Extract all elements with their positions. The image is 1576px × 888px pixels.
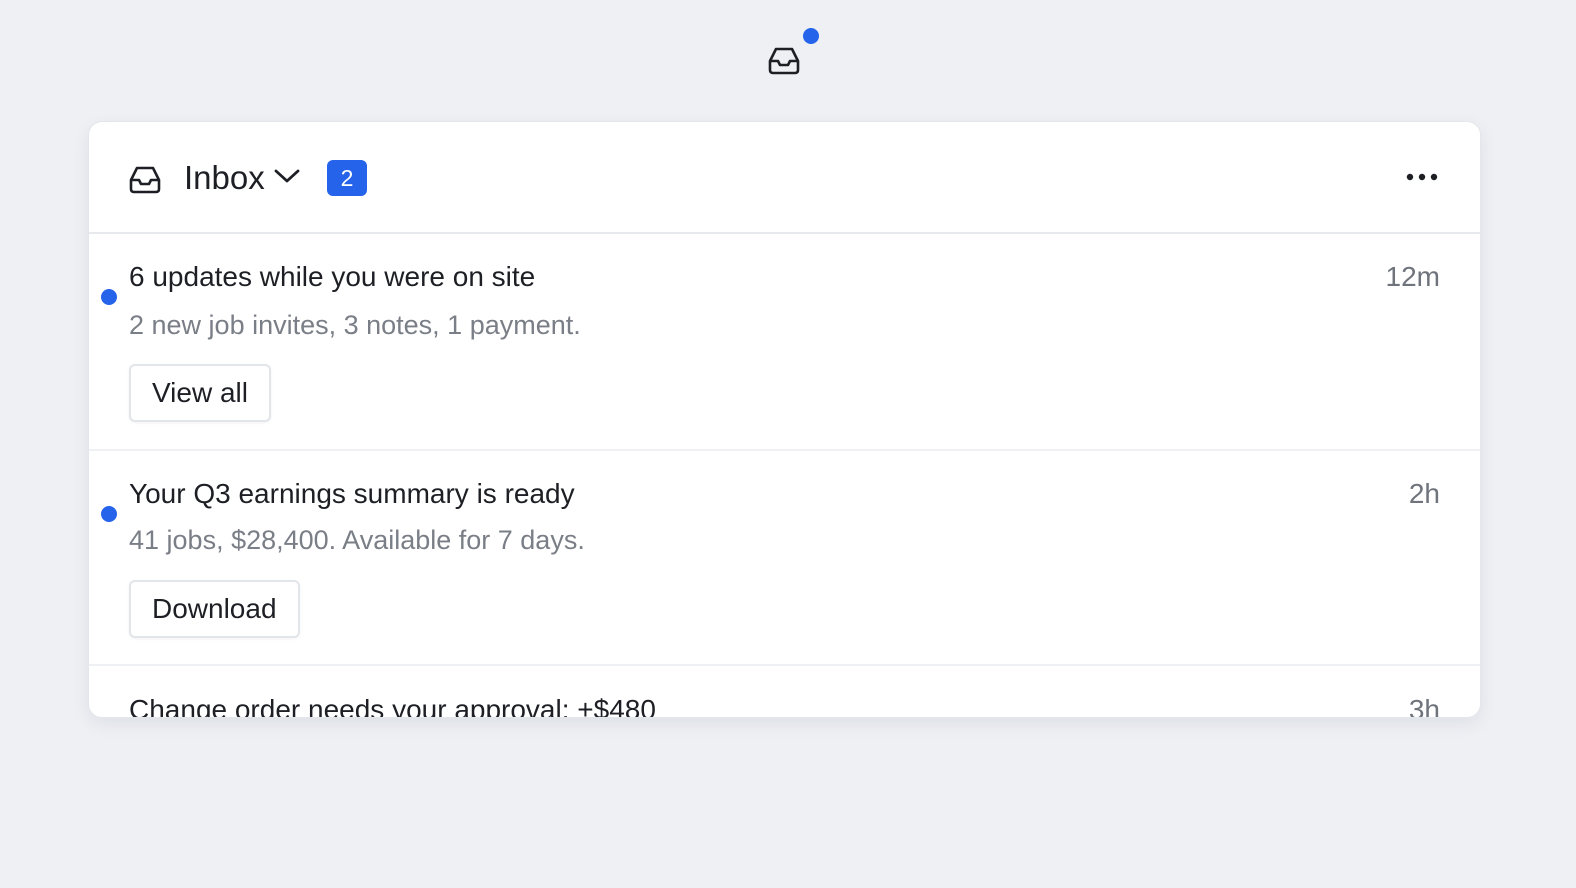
inbox-title-dropdown[interactable]: Inbox <box>184 158 265 198</box>
top-inbox-button[interactable] <box>766 28 819 78</box>
more-horizontal-icon <box>1403 162 1441 192</box>
notification-title: Change order needs your approval: +$480 <box>129 694 656 718</box>
download-button[interactable]: Download <box>129 580 300 638</box>
notification-time: 2h <box>1408 478 1440 509</box>
unread-count-badge: 2 <box>327 160 367 196</box>
notification-description: 41 jobs, $28,400. Available for 7 days. <box>129 525 585 555</box>
unread-dot <box>101 506 117 522</box>
notification-item[interactable]: Your Q3 earnings summary is ready 2h 41 … <box>89 451 1480 666</box>
more-options-button[interactable] <box>1403 162 1441 192</box>
unread-dot <box>101 289 117 305</box>
notification-description: 2 new job invites, 3 notes, 1 payment. <box>129 310 581 340</box>
notification-item[interactable]: 6 updates while you were on site 12m 2 n… <box>89 234 1480 451</box>
notification-time: 3h <box>1408 694 1440 718</box>
chevron-down-icon[interactable] <box>273 166 301 186</box>
inbox-tray-icon <box>127 163 163 197</box>
inbox-header: Inbox 2 <box>89 122 1480 234</box>
view-all-button[interactable]: View all <box>129 364 271 422</box>
notification-time: 12m <box>1385 261 1440 292</box>
notification-title: Your Q3 earnings summary is ready <box>129 478 575 509</box>
notification-title: 6 updates while you were on site <box>129 261 536 292</box>
unread-indicator-dot <box>803 28 819 44</box>
notification-item[interactable]: Change order needs your approval: +$480 … <box>89 666 1480 718</box>
inbox-tray-icon <box>766 42 802 78</box>
inbox-panel: Inbox 2 6 updates while you were on site… <box>88 121 1481 718</box>
